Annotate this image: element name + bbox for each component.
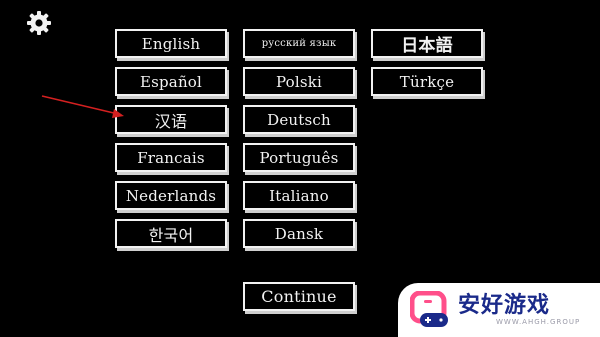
lang-button-polish[interactable]: Polski	[243, 67, 355, 96]
lang-button-portuguese[interactable]: Português	[243, 143, 355, 172]
lang-button-french[interactable]: Francais	[115, 143, 227, 172]
lang-button-japanese[interactable]: 日本語	[371, 29, 483, 58]
language-select-screen: English русский язык 日本語 Español Polski …	[0, 0, 600, 337]
watermark-title: 安好游戏	[458, 293, 551, 318]
lang-button-danish[interactable]: Dansk	[243, 219, 355, 248]
lang-button-turkish[interactable]: Türkçe	[371, 67, 483, 96]
site-watermark: 安好游戏 WWW.AHGH.GROUP	[398, 283, 600, 337]
annotation-arrow-icon	[41, 95, 124, 118]
continue-button[interactable]: Continue	[243, 282, 355, 311]
lang-button-korean[interactable]: 한국어	[115, 219, 227, 248]
lang-button-german[interactable]: Deutsch	[243, 105, 355, 134]
gamepad-logo-icon	[409, 290, 452, 329]
lang-button-english[interactable]: English	[115, 29, 227, 58]
lang-button-italian[interactable]: Italiano	[243, 181, 355, 210]
settings-button[interactable]	[26, 10, 52, 36]
lang-button-dutch[interactable]: Nederlands	[115, 181, 227, 210]
gear-icon	[27, 11, 51, 35]
lang-button-russian[interactable]: русский язык	[243, 29, 355, 58]
watermark-subtitle: WWW.AHGH.GROUP	[496, 318, 581, 326]
